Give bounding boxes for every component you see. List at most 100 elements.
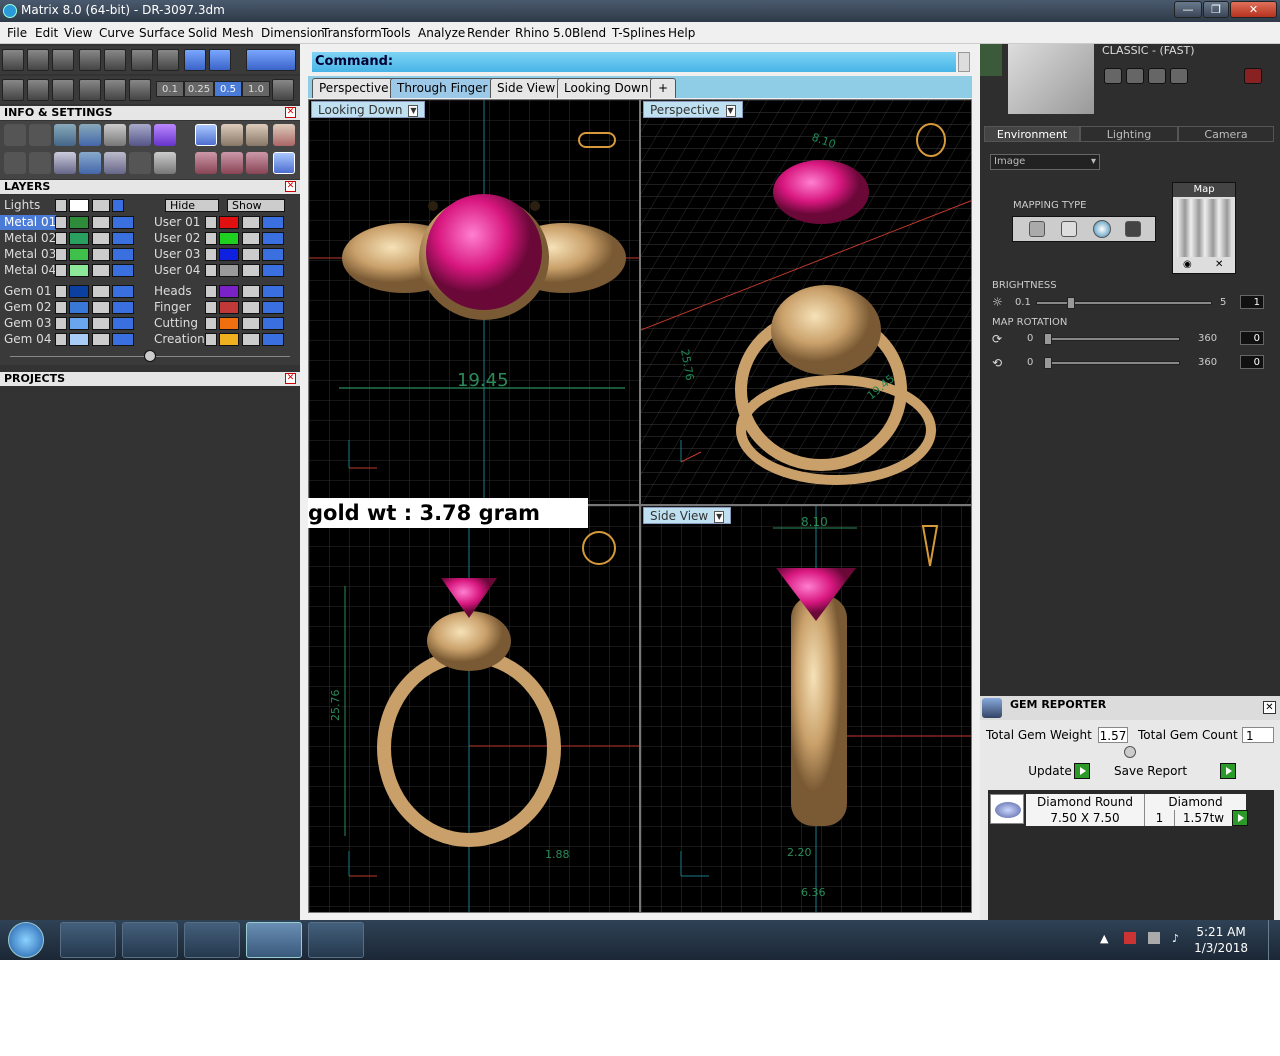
viewport-side-view-label[interactable]: Side View ▼ — [643, 507, 732, 524]
gem-tool-icon[interactable] — [195, 152, 217, 174]
snap-perp-icon[interactable] — [184, 49, 206, 71]
viewport-side-view[interactable]: 8.10 2.20 6.36 Side View ▼ — [640, 505, 972, 913]
snap-cen-icon[interactable] — [104, 49, 126, 71]
snap-value-2[interactable]: 0.5 — [214, 81, 242, 97]
minimize-button[interactable]: — — [1174, 1, 1202, 18]
layer-lock-icon[interactable] — [242, 333, 260, 346]
rotation-1-slider[interactable] — [1044, 337, 1180, 341]
layers-collapse-icon[interactable] — [144, 350, 156, 362]
layer-visible-icon[interactable] — [262, 333, 284, 346]
brightness-slider[interactable] — [1036, 301, 1212, 305]
layer-expand-icon[interactable] — [205, 285, 217, 298]
layer-color-swatch[interactable] — [219, 232, 239, 245]
layer-lock-icon[interactable] — [92, 216, 110, 229]
brightness-value[interactable]: 1 — [1240, 295, 1264, 309]
cube-icon[interactable] — [154, 124, 176, 146]
eye-icon[interactable] — [104, 79, 126, 101]
lights-lock-icon[interactable] — [92, 199, 110, 212]
taskbar-ring-app-icon[interactable] — [308, 922, 364, 958]
layer-lock-icon[interactable] — [242, 232, 260, 245]
menu-mesh[interactable]: Mesh — [222, 26, 254, 40]
box-icon[interactable] — [54, 152, 76, 174]
rotation-1-value[interactable]: 0 — [1240, 331, 1264, 345]
pen-icon[interactable] — [52, 79, 74, 101]
layer-lock-icon[interactable] — [92, 248, 110, 261]
map-color-icon[interactable]: ◉ — [1183, 259, 1192, 270]
snap-end-icon[interactable] — [2, 49, 24, 71]
menu-curve[interactable]: Curve — [99, 26, 134, 40]
layer-visible-icon[interactable] — [112, 264, 134, 277]
lights-color-swatch[interactable] — [69, 199, 89, 212]
layer-lock-icon[interactable] — [92, 317, 110, 330]
layer-lock-icon[interactable] — [92, 333, 110, 346]
layer-lock-icon[interactable] — [242, 317, 260, 330]
layer-name[interactable]: Metal 03 — [0, 247, 56, 262]
menu-render[interactable]: Render — [467, 26, 510, 40]
layer-lock-icon[interactable] — [242, 301, 260, 314]
layer-name[interactable]: Heads — [150, 284, 192, 299]
zoom-icon[interactable] — [29, 124, 51, 146]
tab-camera[interactable]: Camera — [1178, 126, 1274, 142]
layer-row[interactable]: Metal 04 — [0, 263, 145, 278]
objects-icon[interactable] — [79, 124, 101, 146]
rotation-1-slider-knob[interactable] — [1044, 333, 1052, 345]
save-report-arrow-icon[interactable] — [1220, 763, 1236, 779]
layer-name[interactable]: Cutting — [150, 316, 198, 331]
layer-row[interactable]: Finger — [150, 300, 295, 315]
layer-name[interactable]: User 01 — [150, 215, 200, 230]
layers-stack-icon[interactable] — [54, 124, 76, 146]
layer-color-swatch[interactable] — [219, 216, 239, 229]
layer-color-swatch[interactable] — [69, 232, 89, 245]
layer-color-swatch[interactable] — [219, 285, 239, 298]
snap-quad-icon[interactable] — [157, 49, 179, 71]
layer-row[interactable]: Cutting — [150, 316, 295, 331]
tab-environment[interactable]: Environment — [984, 126, 1080, 142]
viewport-menu-icon[interactable]: ▼ — [725, 104, 736, 117]
layer-visible-icon[interactable] — [112, 285, 134, 298]
render-copy-icon[interactable] — [1126, 68, 1144, 84]
book-icon[interactable] — [79, 152, 101, 174]
mapping-sphere-icon[interactable] — [1093, 220, 1111, 238]
taskbar-media-player-icon[interactable] — [122, 922, 178, 958]
taskbar-matrix-icon[interactable] — [246, 922, 302, 958]
layer-expand-icon[interactable] — [205, 264, 217, 277]
gumball-icon[interactable] — [129, 79, 151, 101]
layer-visible-icon[interactable] — [112, 333, 134, 346]
layer-row[interactable]: User 02 — [150, 231, 295, 246]
layout-icon[interactable] — [273, 124, 295, 146]
mapping-cube-icon[interactable] — [1125, 221, 1141, 237]
layer-expand-icon[interactable] — [55, 333, 67, 346]
map-remove-icon[interactable]: ✕ — [1215, 259, 1223, 270]
layer-row[interactable]: User 01 — [150, 215, 295, 230]
hide-all-button[interactable]: Hide — [165, 199, 219, 212]
menu-surface[interactable]: Surface — [139, 26, 185, 40]
layer-row[interactable]: Metal 01 — [0, 215, 145, 230]
layer-lock-icon[interactable] — [92, 264, 110, 277]
tray-volume-icon[interactable]: ♪ — [1172, 932, 1184, 945]
save-report-button[interactable]: Save Report — [1114, 763, 1218, 779]
viewport-menu-icon[interactable]: ▼ — [408, 104, 419, 117]
menu-view[interactable]: View — [64, 26, 92, 40]
phone-icon[interactable] — [104, 124, 126, 146]
environment-map-box[interactable]: Map ◉ ✕ — [1172, 182, 1236, 274]
command-scroll[interactable] — [958, 52, 970, 72]
menu-solid[interactable]: Solid — [188, 26, 217, 40]
layer-expand-icon[interactable] — [205, 317, 217, 330]
layer-name[interactable]: User 03 — [150, 247, 200, 262]
layer-expand-icon[interactable] — [55, 232, 67, 245]
snap-tan-icon[interactable] — [209, 49, 231, 71]
settings-gear-icon[interactable] — [4, 124, 26, 146]
tab-perspective[interactable]: Perspective — [312, 78, 396, 98]
taskbar-clock[interactable]: 5:21 AM 1/3/2018 — [1194, 924, 1248, 956]
layer-color-swatch[interactable] — [69, 248, 89, 261]
gem-report-icon[interactable] — [273, 152, 295, 174]
viewport-perspective[interactable]: 8.10 19.45 25.76 Perspective ▼ — [640, 99, 972, 505]
layer-lock-icon[interactable] — [92, 232, 110, 245]
gem-move-icon[interactable] — [246, 152, 268, 174]
layer-lock-icon[interactable] — [242, 264, 260, 277]
menu-edit[interactable]: Edit — [35, 26, 58, 40]
render-export-icon[interactable] — [1148, 68, 1166, 84]
rotation-2-value[interactable]: 0 — [1240, 355, 1264, 369]
layer-expand-icon[interactable] — [55, 248, 67, 261]
menu-file[interactable]: File — [7, 26, 27, 40]
